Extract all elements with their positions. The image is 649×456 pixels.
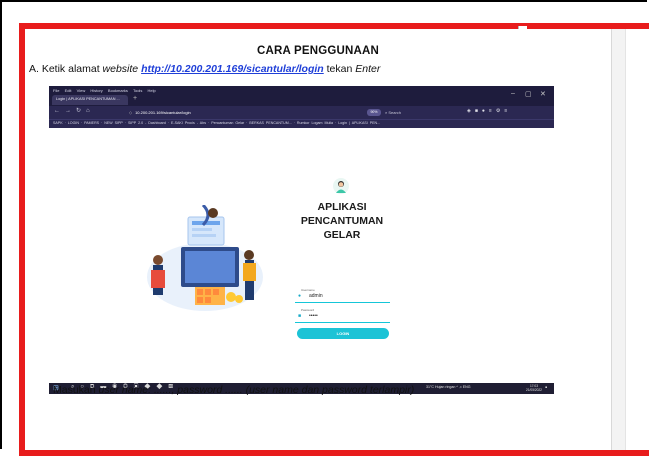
search-input[interactable]: ⌕ Search — [385, 109, 465, 116]
step-prefix: A. Ketik alamat — [29, 63, 103, 75]
nav-buttons: ←→↻⌂ — [54, 107, 95, 114]
menu-bookmarks[interactable]: Bookmarks — [108, 88, 128, 93]
extension-icon[interactable]: ■ — [475, 108, 482, 114]
menu-icon[interactable]: ≡ — [504, 108, 511, 114]
reload-icon[interactable]: ↻ — [76, 108, 86, 114]
home-icon[interactable]: ⌂ — [86, 108, 95, 114]
step-website-word: website — [102, 63, 139, 75]
address-bar[interactable]: ◇ 10.200.201.169/sicantular/login — [129, 109, 355, 117]
close-icon[interactable]: ✕ — [540, 90, 546, 98]
document-page: CARA PENGGUNAAN A. Ketik alamat website … — [25, 29, 611, 450]
embedded-screenshot: File Edit View History Bookmarks Tools H… — [49, 86, 554, 394]
minimize-icon[interactable]: – — [511, 90, 515, 97]
browser-tab-bar: File Edit View History Bookmarks Tools H… — [49, 86, 554, 106]
menu-history[interactable]: History — [90, 88, 102, 93]
avatar-icon — [333, 178, 349, 194]
clock-date: 21/05/2022 — [526, 388, 542, 392]
menu-help[interactable]: Help — [147, 88, 155, 93]
bookmarks-list[interactable]: SAPK · LOGIN · PAMERS · NEW SIPP · SIPP … — [53, 121, 380, 125]
step-enter-word: Enter — [355, 63, 381, 75]
menu-tools[interactable]: Tools — [133, 88, 142, 93]
step-a-instruction: A. Ketik alamat website http://10.200.20… — [29, 63, 380, 75]
back-icon[interactable]: ← — [54, 108, 65, 114]
clock[interactable]: 17:03 21/05/2022 — [526, 384, 542, 392]
right-margin — [625, 29, 649, 450]
new-tab-icon[interactable]: + — [133, 95, 137, 102]
notification-icon[interactable]: ▪ — [545, 385, 547, 391]
login-url-link[interactable]: http://10.200.201.169/sicantular/login — [141, 63, 324, 75]
menu-view[interactable]: View — [77, 88, 86, 93]
step-middle: tekan — [323, 63, 356, 75]
browser-menu: File Edit View History Bookmarks Tools H… — [53, 88, 160, 93]
footer-prefix: Masukan — [53, 384, 99, 396]
doc-title: CARA PENGGUNAAN — [256, 45, 380, 57]
page-gutter — [611, 29, 626, 450]
password-value: ••••• — [309, 313, 318, 319]
menu-edit[interactable]: Edit — [65, 88, 72, 93]
login-button[interactable]: LOGIN — [297, 328, 389, 339]
system-tray[interactable]: 31°C Hujan ringan ^ ♫ ENG — [426, 385, 471, 389]
password-field[interactable]: Password ■ ••••• — [295, 308, 390, 323]
username-value: admin — [309, 293, 323, 299]
menu-file[interactable]: File — [53, 88, 59, 93]
maximize-icon[interactable]: ▢ — [525, 90, 532, 98]
app-title-line1: APLIKASI — [317, 201, 367, 213]
toolbar-icons: ◈■●≡⚙≡ — [467, 108, 511, 114]
app-title: APLIKASI PENCANTUMAN GELAR — [287, 200, 397, 242]
zoom-pill[interactable]: 90% — [367, 109, 381, 116]
profile-icon[interactable]: ● — [482, 108, 489, 114]
office-illustration — [147, 205, 263, 311]
search-placeholder: Search — [388, 110, 402, 115]
browser-nav-bar: ←→↻⌂ ◇ 10.200.201.169/sicantular/login 90… — [49, 106, 554, 119]
username-field[interactable]: Username ● admin — [295, 288, 390, 303]
forward-icon[interactable]: → — [65, 108, 76, 114]
app-title-line2: PENCANTUMAN — [300, 215, 384, 227]
library-icon[interactable]: ≡ — [489, 108, 496, 114]
footer-italic-text: user name: ......, password ...... (user… — [98, 384, 415, 396]
login-page: APLIKASI PENCANTUMAN GELAR Username ● ad… — [49, 128, 554, 383]
shield-toolbar-icon[interactable]: ◈ — [467, 108, 475, 114]
footer-instruction: Masukan user name: ......, password ....… — [53, 384, 414, 396]
app-title-line3: GELAR — [323, 229, 361, 241]
shield-icon: ◇ — [129, 110, 133, 115]
password-label: Password — [301, 308, 315, 312]
browser-tab[interactable]: Login | APLIKASI PENCANTUMAN ... — [52, 95, 128, 105]
user-icon: ● — [298, 293, 302, 299]
address-text: 10.200.201.169/sicantular/login — [135, 110, 191, 115]
lock-icon: ■ — [298, 313, 302, 319]
username-label: Username — [301, 288, 315, 292]
